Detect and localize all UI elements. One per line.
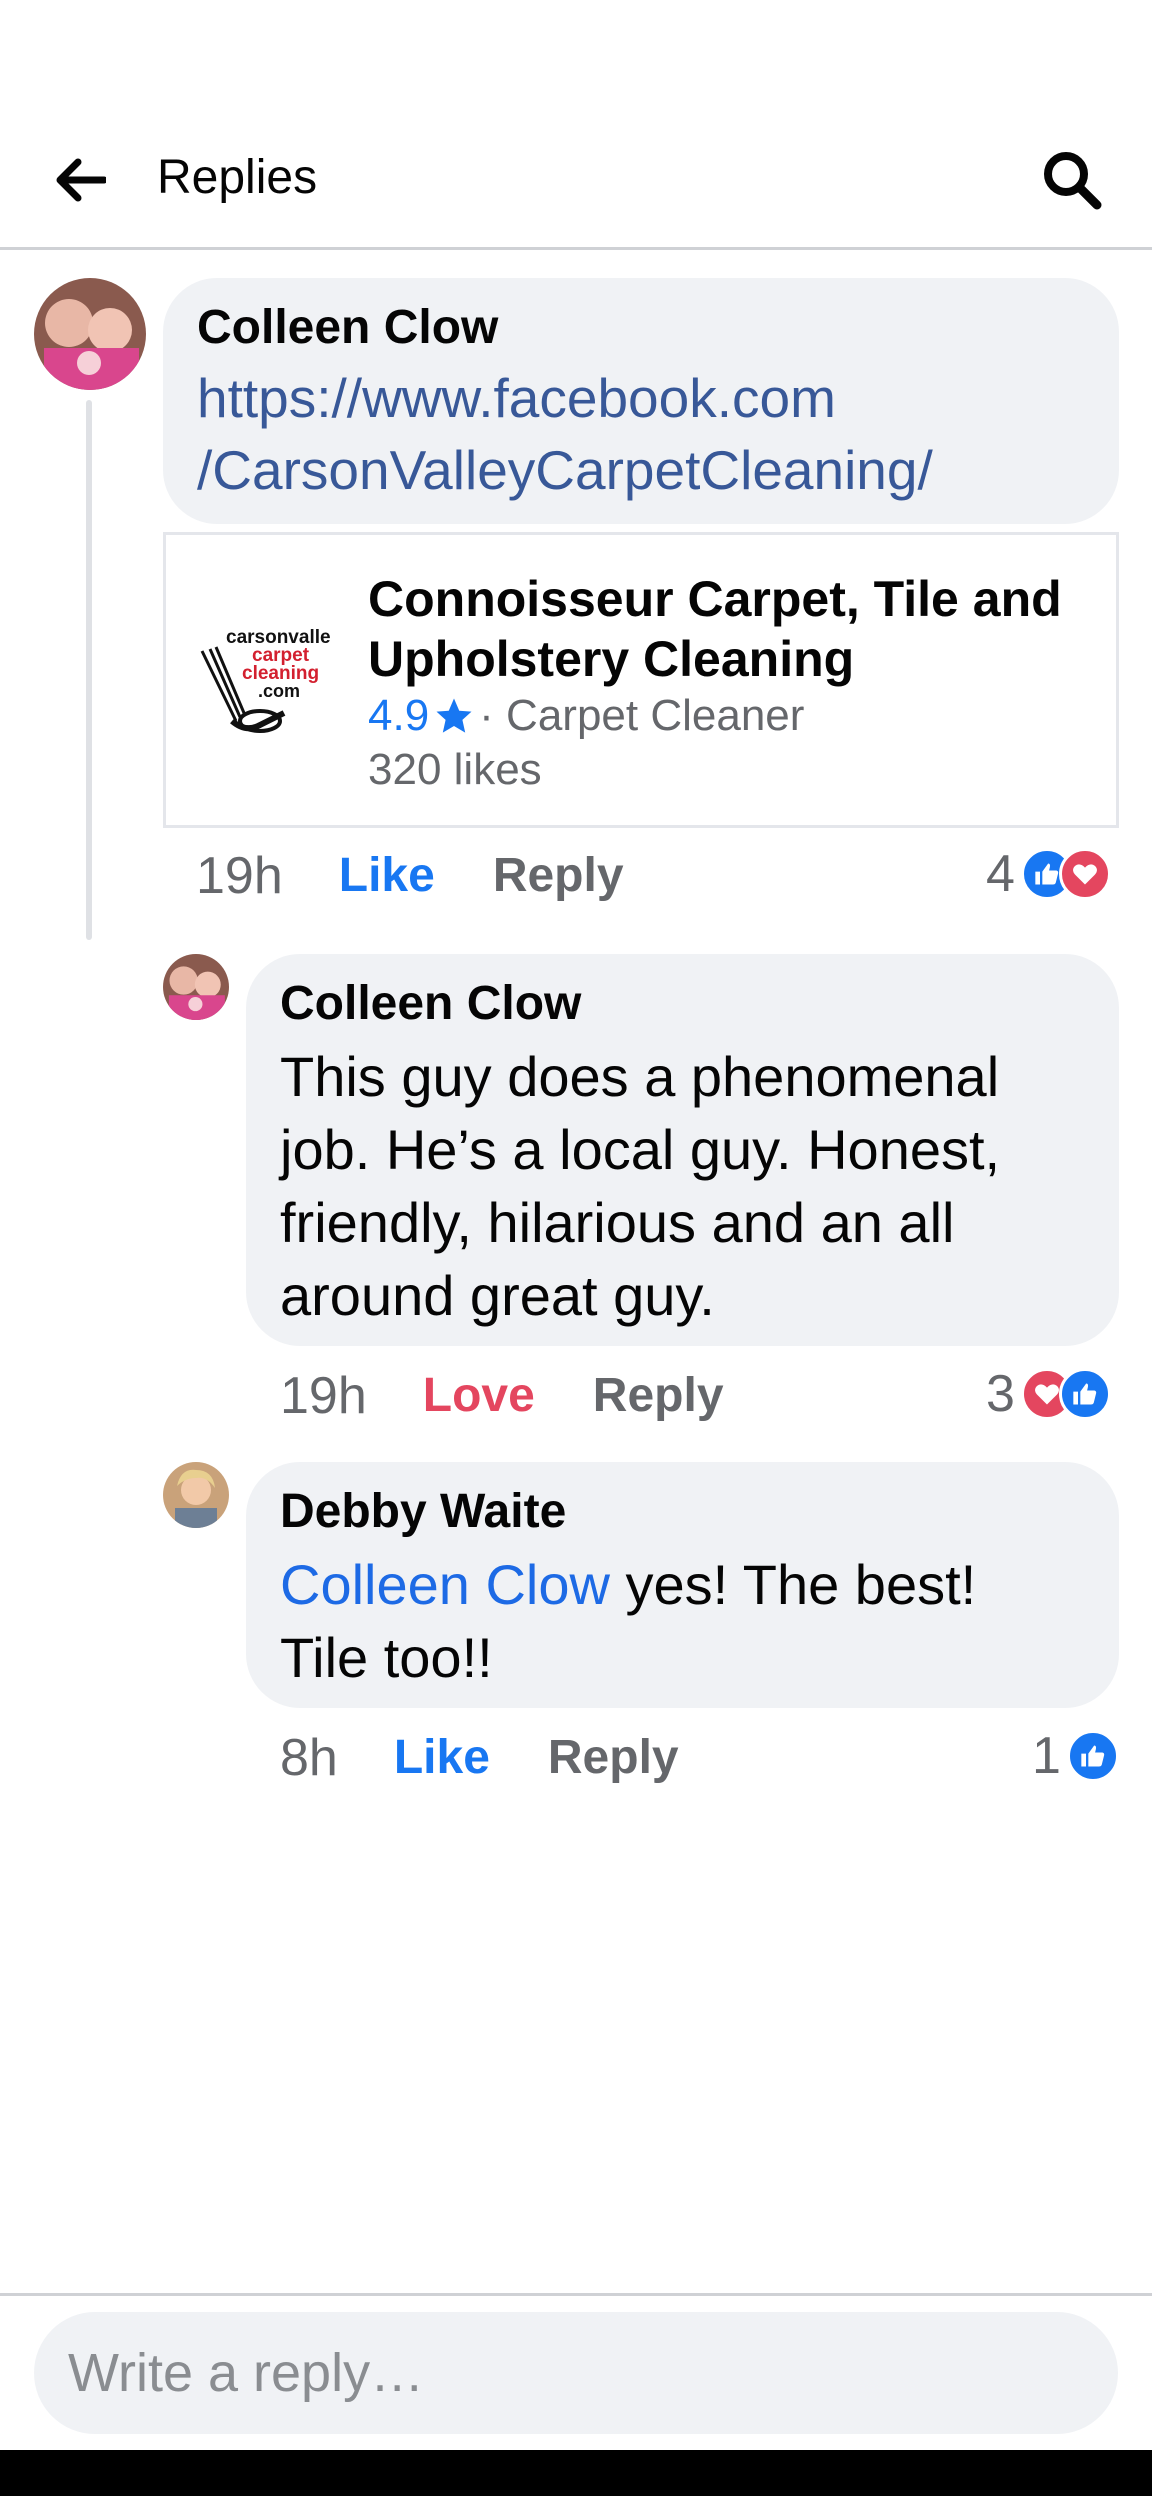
like-button[interactable]: Like: [394, 1728, 490, 1788]
comment-author[interactable]: Debby Waite: [280, 1482, 1085, 1542]
comment-meta: 19h Love Reply: [280, 1366, 724, 1426]
comment-text-line: friendly, hilarious and an all: [280, 1191, 955, 1254]
logo-text-4: .com: [258, 681, 301, 701]
reaction-count: 1: [1032, 1727, 1061, 1785]
comment-text-line: This guy does a phenomenal: [280, 1045, 1000, 1108]
comment-time: 8h: [280, 1729, 338, 1787]
reaction-summary[interactable]: 3: [986, 1364, 1111, 1424]
comment-meta: 8h Like Reply: [280, 1728, 679, 1788]
avatar[interactable]: [163, 954, 229, 1020]
thread-line: [86, 400, 92, 940]
comment-meta: 19h Like Reply: [196, 846, 624, 906]
comment-bubble[interactable]: Colleen Clow This guy does a phenomenal …: [246, 954, 1119, 1346]
avatar[interactable]: [163, 1462, 229, 1528]
page-title: Replies: [157, 151, 318, 204]
reply-button[interactable]: Reply: [493, 846, 624, 906]
comment-text-line: around great guy.: [280, 1264, 715, 1327]
search-button[interactable]: [1030, 138, 1114, 222]
comment-time: 19h: [196, 847, 283, 905]
comment-text-line: yes! The best!: [609, 1553, 977, 1616]
comment-bubble[interactable]: Debby Waite Colleen Clow yes! The best! …: [246, 1462, 1119, 1708]
reaction-summary[interactable]: 4: [986, 844, 1111, 904]
comment-link-line2[interactable]: /CarsonValleyCarpetCleaning/: [197, 434, 1085, 506]
like-reaction-icon: [1058, 1368, 1111, 1420]
preview-title-line2[interactable]: Upholstery Cleaning: [368, 629, 1108, 689]
arrow-left-icon: [56, 158, 106, 202]
comment-text-line: Tile too!!: [280, 1626, 493, 1689]
reply-input[interactable]: [34, 2312, 1118, 2434]
comment-text-line: job. He’s a local guy. Honest,: [280, 1118, 1001, 1181]
like-button[interactable]: Like: [339, 846, 435, 906]
star-icon: [436, 698, 472, 733]
comment-time: 19h: [280, 1367, 367, 1425]
reaction-count: 4: [986, 845, 1015, 903]
comment-link-line1[interactable]: https://www.facebook.com: [197, 362, 1085, 434]
comment-author[interactable]: Colleen Clow: [197, 298, 1085, 358]
reaction-summary[interactable]: 1: [1032, 1726, 1119, 1786]
preview-category: · Carpet Cleaner: [479, 691, 805, 740]
system-navigation-bar: [0, 2450, 1152, 2496]
comment-author[interactable]: Colleen Clow: [280, 974, 1085, 1034]
business-logo: carsonvalle carpet cleaning .com: [196, 621, 336, 751]
preview-rating: 4.9: [368, 691, 430, 740]
avatar[interactable]: [34, 278, 146, 390]
love-button[interactable]: Love: [423, 1366, 535, 1426]
back-button[interactable]: [40, 140, 120, 220]
love-reaction-icon: [1058, 848, 1111, 900]
reply-button[interactable]: Reply: [548, 1728, 679, 1788]
preview-title-line1[interactable]: Connoisseur Carpet, Tile and: [368, 569, 1108, 629]
preview-likes: 320 likes: [368, 745, 542, 794]
search-icon: [1044, 152, 1102, 210]
link-preview-card[interactable]: carsonvalle carpet cleaning .com Connois…: [163, 532, 1119, 828]
reply-button[interactable]: Reply: [593, 1366, 724, 1426]
mention-link[interactable]: Colleen Clow: [280, 1553, 610, 1616]
app-header: [0, 0, 1152, 250]
like-reaction-icon: [1066, 1730, 1119, 1782]
reaction-count: 3: [986, 1365, 1015, 1423]
comment-bubble[interactable]: Colleen Clow https://www.facebook.com /C…: [163, 278, 1119, 524]
composer-divider: [0, 2293, 1152, 2296]
